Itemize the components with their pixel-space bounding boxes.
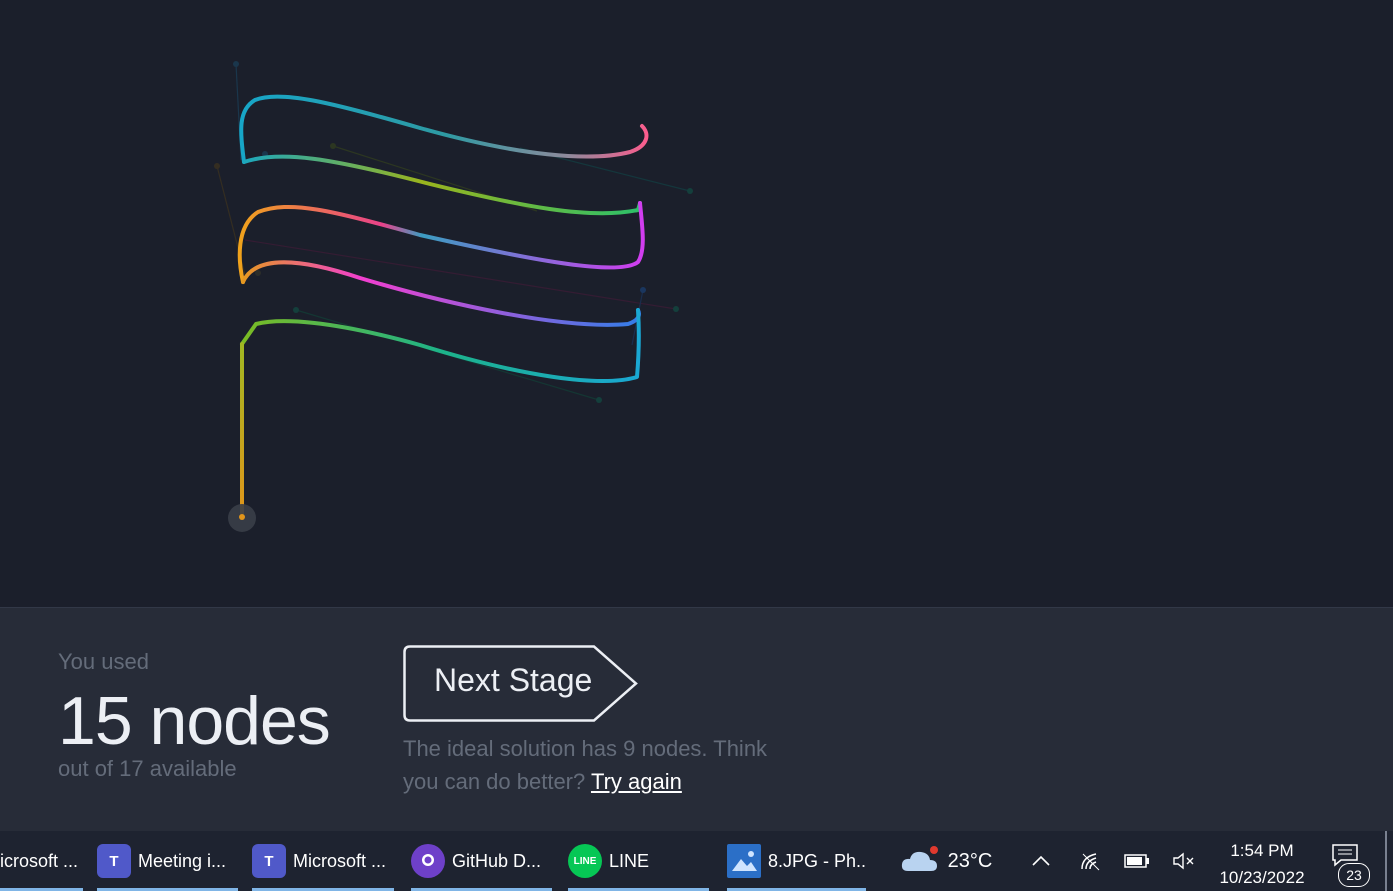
handle-node <box>640 287 646 293</box>
taskbar-app-label: Meeting i... <box>138 850 227 871</box>
taskbar-app-teams[interactable]: T Microsoft ... <box>252 831 394 891</box>
flag-stroke-1 <box>239 94 649 164</box>
handle-node <box>214 163 220 169</box>
teams-icon: T <box>97 844 131 878</box>
taskbar-app-label: GitHub D... <box>452 850 542 871</box>
flag-stroke-5 <box>240 308 641 383</box>
battery-icon[interactable] <box>1121 831 1153 891</box>
system-clock[interactable]: 1:54 PM 10/23/2022 <box>1212 837 1312 891</box>
taskbar-app-teams-meeting[interactable]: T Meeting i... <box>97 831 238 891</box>
volume-muted-icon[interactable] <box>1168 831 1200 891</box>
taskbar-app-line[interactable]: LINE LINE <box>568 831 709 891</box>
flag-stroke-3 <box>237 201 645 284</box>
hint-message: The ideal solution has 9 nodes. Think yo… <box>403 736 768 794</box>
handle-node <box>596 397 602 403</box>
handle-node <box>330 143 336 149</box>
taskbar: icrosoft ... T Meeting i... T Microsoft … <box>0 831 1393 891</box>
results-panel: You used 15 nodes out of 17 available Ne… <box>0 607 1393 832</box>
available-label: out of 17 available <box>58 756 237 781</box>
try-again-link[interactable]: Try again <box>591 769 682 794</box>
handle-node <box>673 306 679 312</box>
next-stage-label: Next Stage <box>434 662 593 698</box>
line-icon: LINE <box>568 844 602 878</box>
hint-text: The ideal solution has 9 nodes. Think yo… <box>403 732 793 798</box>
game-canvas[interactable] <box>0 0 1393 607</box>
start-node-dot <box>239 514 245 520</box>
clock-time: 1:54 PM <box>1230 841 1294 860</box>
used-label: You used <box>58 649 149 674</box>
taskbar-app-label: Microsoft ... <box>293 850 387 871</box>
photos-icon <box>727 844 761 878</box>
network-icon[interactable] <box>1075 831 1107 891</box>
weather-widget[interactable]: 23°C <box>893 831 999 891</box>
flag-stroke-2 <box>242 154 642 216</box>
clock-date: 10/23/2022 <box>1219 868 1305 887</box>
taskbar-app-label: 8.JPG - Ph... <box>768 850 866 871</box>
handle-node <box>687 188 693 194</box>
cloud-icon <box>901 846 938 871</box>
taskbar-app-github[interactable]: GitHub D... <box>411 831 552 891</box>
notification-badge: 23 <box>1338 863 1370 887</box>
control-handles <box>214 61 693 403</box>
handle-node <box>233 61 239 67</box>
taskbar-app-photos[interactable]: 8.JPG - Ph... <box>727 831 866 891</box>
github-icon <box>411 844 445 878</box>
weather-temp: 23°C <box>947 849 993 872</box>
chevron-up-icon[interactable] <box>1025 831 1057 891</box>
taskbar-app-label: icrosoft ... <box>0 850 79 871</box>
taskbar-app-edge[interactable]: icrosoft ... <box>0 831 83 891</box>
handle-node <box>293 307 299 313</box>
next-stage-button[interactable]: Next Stage <box>403 645 638 722</box>
used-count: 15 nodes <box>58 683 331 759</box>
handle-node <box>255 270 261 276</box>
taskbar-app-label: LINE <box>609 850 650 871</box>
teams-icon: T <box>252 844 286 878</box>
flag-drawing <box>214 61 693 532</box>
show-desktop-divider[interactable] <box>1385 831 1387 891</box>
